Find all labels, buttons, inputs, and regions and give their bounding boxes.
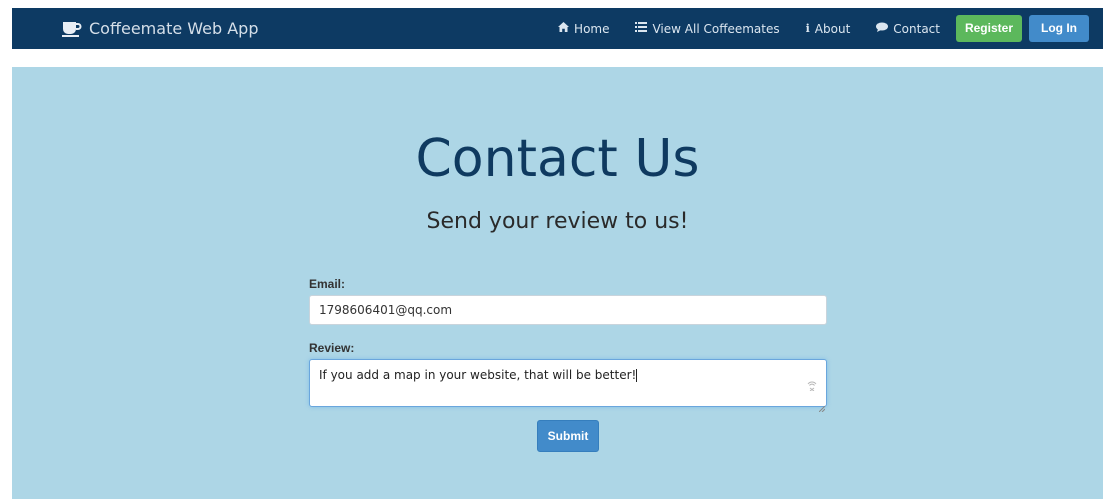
nav-item-label: View All Coffeemates (652, 21, 780, 36)
submit-button[interactable]: Submit (536, 420, 600, 452)
review-textarea[interactable]: If you add a map in your website, that w… (309, 359, 827, 413)
nav-item-contact[interactable]: Contact (876, 8, 940, 49)
nav-links: Home View All Coffeemates i About Contac… (558, 8, 1103, 49)
nav-item-label: Contact (893, 21, 940, 36)
review-label: Review: (309, 341, 355, 355)
register-button[interactable]: Register (955, 15, 1022, 42)
brand[interactable]: Coffeemate Web App (62, 8, 259, 49)
email-label: Email: (309, 277, 346, 291)
info-icon: i (805, 22, 810, 35)
page-title: Contact Us (415, 129, 700, 189)
review-text: If you add a map in your website, that w… (319, 368, 637, 382)
nav-item-home[interactable]: Home (558, 8, 609, 49)
text-caret (636, 369, 638, 382)
coffee-cup-icon (62, 21, 82, 37)
submit-wrap: Submit (309, 420, 827, 452)
resize-handle-icon[interactable] (818, 399, 826, 413)
brand-title: Coffeemate Web App (89, 19, 259, 38)
nav-item-label: Home (574, 21, 610, 36)
comment-icon (876, 22, 889, 35)
nav-item-label: About (814, 21, 851, 36)
page-subtitle: Send your review to us! (426, 209, 689, 234)
list-icon (635, 22, 648, 35)
email-field[interactable]: 1798606401@qq.com (309, 295, 827, 325)
nav-item-view-all-coffeemates[interactable]: View All Coffeemates (635, 8, 780, 49)
grammarly-icon[interactable] (807, 380, 817, 398)
review-form: Email: 1798606401@qq.com Review: If you … (309, 275, 827, 452)
contact-panel: Contact Us Send your review to us! Email… (12, 67, 1103, 499)
home-icon (558, 22, 570, 35)
nav-item-about[interactable]: i About (806, 8, 851, 49)
navbar: Coffeemate Web App Home View All Coffeem… (12, 8, 1103, 49)
login-button[interactable]: Log In (1029, 15, 1089, 42)
